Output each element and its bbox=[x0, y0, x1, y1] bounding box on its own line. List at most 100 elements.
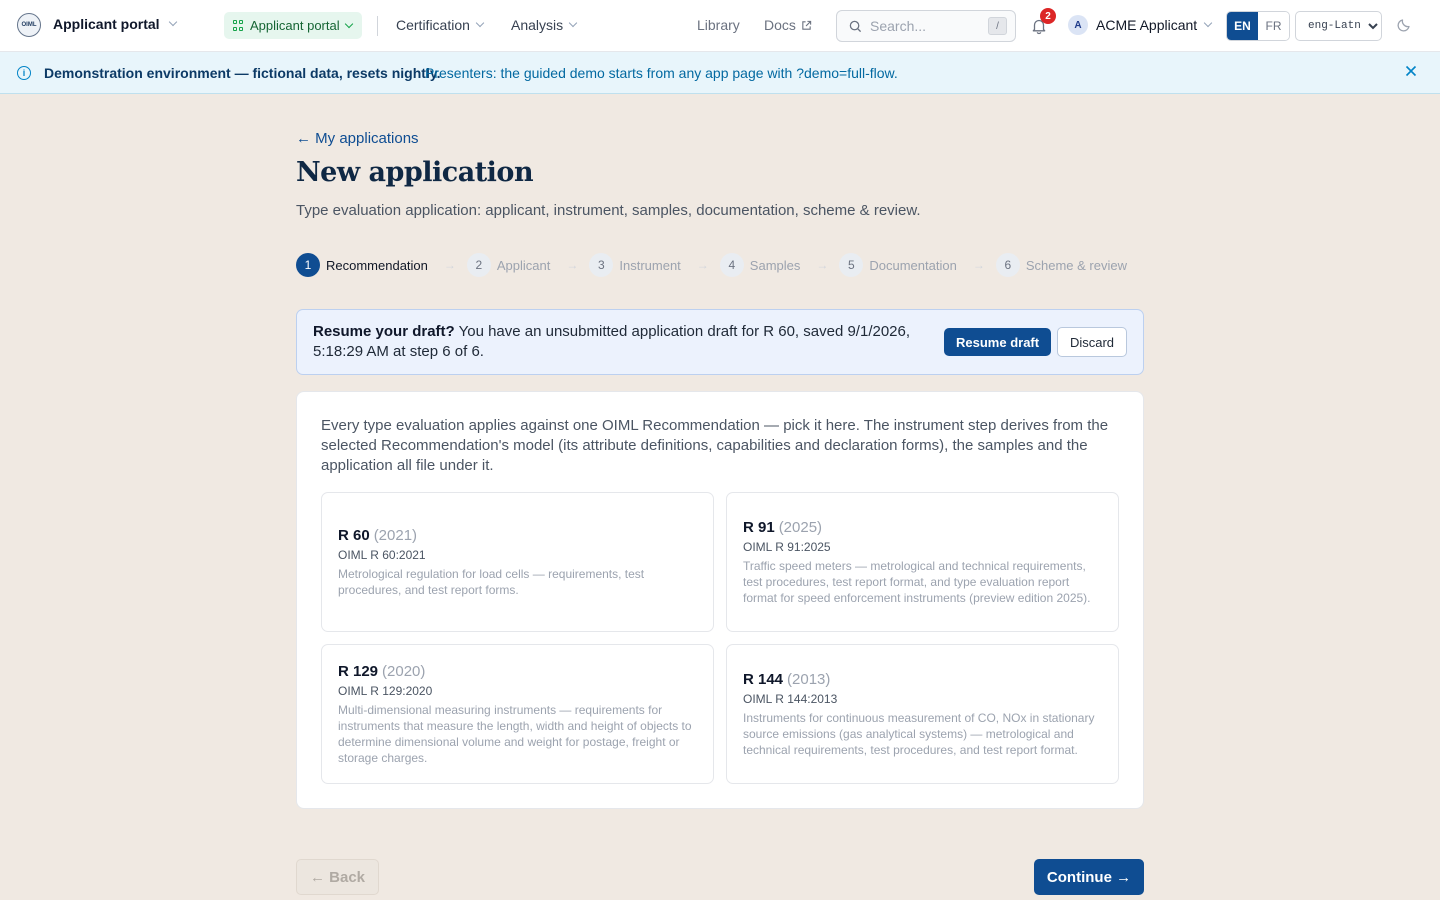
rec-title: R 144 (2013) bbox=[743, 671, 1102, 688]
rec-year: (2020) bbox=[382, 662, 426, 680]
portal-pill[interactable]: Applicant portal bbox=[224, 12, 362, 39]
step-label: Documentation bbox=[869, 257, 957, 273]
nav-docs[interactable]: Docs bbox=[764, 17, 812, 33]
arrow-right-icon: → bbox=[696, 258, 709, 272]
chevron-down-icon bbox=[568, 18, 578, 28]
banner-message: Presenters: the guided demo starts from … bbox=[425, 65, 898, 81]
step-label: Samples bbox=[749, 257, 801, 273]
banner-heading: Demonstration environment — fictional da… bbox=[44, 65, 441, 81]
rec-year: (2025) bbox=[778, 518, 823, 536]
step-label: Scheme & review bbox=[1025, 257, 1127, 273]
app-switcher[interactable]: Applicant portal bbox=[53, 16, 177, 32]
step-number: 5 bbox=[839, 253, 864, 277]
arrow-right-icon: → bbox=[972, 258, 985, 272]
draft-heading: Resume your draft? bbox=[313, 323, 455, 340]
step-recommendation[interactable]: 1 Recommendation bbox=[296, 253, 428, 277]
moon-icon[interactable] bbox=[1396, 17, 1412, 33]
chevron-down-icon bbox=[168, 17, 177, 27]
resume-draft-button[interactable]: Resume draft bbox=[944, 328, 1052, 356]
chevron-down-icon bbox=[1203, 18, 1213, 28]
rec-name: R 91 bbox=[743, 518, 775, 536]
back-to-applications-link[interactable]: ← My applications bbox=[296, 130, 419, 147]
top-bar: OIML Applicant portal Applicant portal C… bbox=[0, 0, 1440, 52]
arrow-right-icon: → bbox=[566, 258, 579, 272]
search-shortcut-hint: / bbox=[988, 17, 1007, 35]
rec-title: R 91 (2025) bbox=[743, 519, 1102, 536]
lang-en-button[interactable]: EN bbox=[1227, 12, 1258, 40]
user-menu[interactable]: A ACME Applicant bbox=[1068, 15, 1213, 35]
step-scheme-review[interactable]: 6 Scheme & review bbox=[995, 253, 1127, 277]
oiml-logo[interactable]: OIML bbox=[17, 13, 41, 37]
arrow-right-icon: → bbox=[816, 258, 829, 272]
search-input[interactable] bbox=[870, 18, 980, 34]
rec-code: OIML R 144:2013 bbox=[743, 691, 838, 706]
script-select[interactable]: eng-Latn bbox=[1295, 11, 1382, 41]
search-box[interactable]: / bbox=[836, 10, 1016, 42]
nav-certification-label: Certification bbox=[396, 17, 470, 33]
step-number: 4 bbox=[719, 253, 744, 277]
back-button[interactable]: ← Back bbox=[296, 859, 379, 895]
close-icon[interactable] bbox=[1404, 64, 1418, 78]
rec-description: Multi-dimensional measuring instruments … bbox=[338, 702, 692, 765]
chevron-down-icon bbox=[475, 18, 485, 28]
step-applicant[interactable]: 2 Applicant bbox=[466, 253, 551, 277]
continue-button[interactable]: Continue → bbox=[1034, 859, 1144, 895]
app-name: Applicant portal bbox=[53, 16, 160, 32]
rec-description: Traffic speed meters — metrological and … bbox=[743, 558, 1091, 605]
rec-name: R 144 bbox=[743, 670, 784, 688]
info-icon: i bbox=[17, 66, 31, 80]
notification-badge: 2 bbox=[1040, 8, 1056, 24]
card-intro: Every type evaluation applies against on… bbox=[321, 417, 1109, 474]
search-icon bbox=[849, 20, 862, 32]
grid-icon bbox=[233, 20, 244, 31]
nav-certification[interactable]: Certification bbox=[396, 17, 485, 33]
step-number: 3 bbox=[589, 253, 614, 277]
recommendation-option-r60[interactable]: R 60 (2021) OIML R 60:2021 Metrological r… bbox=[321, 492, 714, 632]
nav-library-label: Library bbox=[697, 17, 740, 33]
rec-code: OIML R 91:2025 bbox=[743, 539, 831, 554]
recommendation-option-r129[interactable]: R 129 (2020) OIML R 129:2020 Multi-dimens… bbox=[321, 644, 714, 784]
rec-code: OIML R 60:2021 bbox=[338, 547, 426, 562]
rec-name: R 129 bbox=[338, 662, 379, 680]
draft-message: Resume your draft? You have an unsubmitt… bbox=[313, 322, 913, 362]
step-label: Recommendation bbox=[326, 257, 428, 273]
rec-code: OIML R 129:2020 bbox=[338, 683, 433, 698]
step-documentation[interactable]: 5 Documentation bbox=[839, 253, 957, 277]
avatar: A bbox=[1068, 15, 1088, 35]
step-number: 6 bbox=[995, 253, 1020, 277]
demo-banner: i Demonstration environment — fictional … bbox=[0, 52, 1440, 94]
recommendation-option-r91[interactable]: R 91 (2025) OIML R 91:2025 Traffic speed … bbox=[726, 492, 1119, 632]
arrow-right-icon: → bbox=[443, 258, 456, 272]
stepper: 1 Recommendation → 2 Applicant → 3 Instr… bbox=[296, 253, 1127, 277]
language-toggle: EN FR bbox=[1226, 11, 1290, 41]
page-title: New application bbox=[296, 157, 534, 188]
recommendation-card: Every type evaluation applies against on… bbox=[296, 391, 1144, 809]
step-instrument[interactable]: 3 Instrument bbox=[589, 253, 681, 277]
lang-fr-button[interactable]: FR bbox=[1258, 12, 1289, 40]
page-subtitle: Type evaluation application: applicant, … bbox=[296, 202, 921, 219]
rec-title: R 129 (2020) bbox=[338, 663, 697, 680]
step-number: 2 bbox=[466, 253, 491, 277]
recommendation-option-r144[interactable]: R 144 (2013) OIML R 144:2013 Instruments … bbox=[726, 644, 1119, 784]
user-name: ACME Applicant bbox=[1096, 17, 1198, 33]
rec-description: Metrological regulation for load cells —… bbox=[338, 566, 645, 597]
step-label: Applicant bbox=[496, 257, 551, 273]
step-number: 1 bbox=[296, 253, 320, 277]
nav-docs-label: Docs bbox=[764, 17, 796, 33]
chevron-down-icon bbox=[344, 19, 353, 28]
portal-pill-label: Applicant portal bbox=[250, 18, 340, 33]
rec-year: (2013) bbox=[787, 670, 831, 688]
rec-name: R 60 bbox=[338, 526, 370, 544]
step-label: Instrument bbox=[619, 257, 681, 273]
rec-description: Instruments for continuous measurement o… bbox=[743, 710, 1095, 757]
nav-analysis-label: Analysis bbox=[511, 17, 564, 33]
step-samples[interactable]: 4 Samples bbox=[719, 253, 801, 277]
nav-analysis[interactable]: Analysis bbox=[511, 17, 578, 33]
discard-draft-button[interactable]: Discard bbox=[1057, 327, 1127, 357]
rec-year: (2021) bbox=[373, 526, 418, 544]
external-link-icon bbox=[802, 20, 812, 30]
divider bbox=[377, 16, 378, 36]
nav-library[interactable]: Library bbox=[697, 17, 740, 33]
rec-title: R 60 (2021) bbox=[338, 527, 697, 544]
resume-draft-notice: Resume your draft? You have an unsubmitt… bbox=[296, 309, 1144, 375]
